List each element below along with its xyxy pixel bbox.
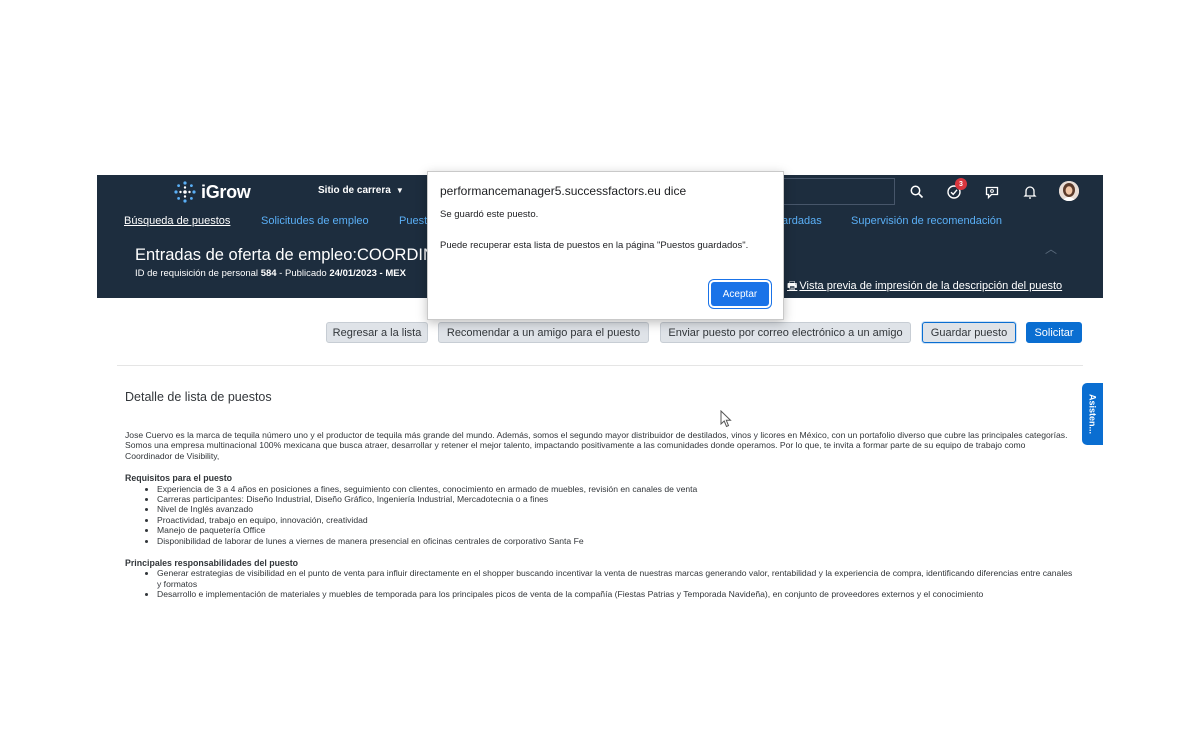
req-id: 584 — [260, 268, 277, 279]
list-item: Desarrollo e implementación de materiale… — [157, 589, 1075, 599]
printer-icon: 🖶 — [787, 280, 798, 292]
requisition-info: ID de requisición de personal 584 - Publ… — [135, 268, 406, 279]
user-avatar[interactable] — [1059, 181, 1079, 201]
caret-down-icon: ▼ — [395, 186, 404, 195]
brand-logo[interactable]: iGrow — [173, 179, 251, 205]
apply-button[interactable]: Solicitar — [1026, 322, 1082, 343]
mouse-cursor-icon — [720, 410, 732, 428]
page-title: Entradas de oferta de empleo:COORDINA — [135, 246, 446, 264]
list-item: Manejo de paquetería Office — [157, 525, 1075, 535]
req-mid: - Publicado — [276, 268, 330, 279]
todo-badge: 3 — [955, 178, 967, 190]
career-site-menu[interactable]: Sitio de carrera ▼ — [318, 185, 404, 196]
nav-job-applications[interactable]: Solicitudes de empleo — [261, 215, 369, 227]
brand-name: iGrow — [201, 181, 251, 202]
save-job-button[interactable]: Guardar puesto — [922, 322, 1016, 343]
intro-paragraph-1: Jose Cuervo es la marca de tequila númer… — [125, 430, 1068, 440]
requirements-list: Experiencia de 3 a 4 años en posiciones … — [125, 484, 1075, 546]
divider — [117, 365, 1083, 366]
recommend-friend-button[interactable]: Recomendar a un amigo para el puesto — [438, 322, 649, 343]
dialog-message-info: Puede recuperar esta lista de puestos en… — [440, 240, 749, 251]
igrow-logo-icon — [174, 181, 196, 203]
responsibilities-heading: Principales responsabilidades del puesto — [125, 558, 299, 569]
posted-date: 24/01/2023 — [329, 268, 377, 279]
list-item: Disponibilidad de laborar de lunes a vie… — [157, 536, 1075, 546]
todo-icon[interactable]: 3 — [945, 178, 967, 201]
list-item: Carreras participantes: Diseño Industria… — [157, 494, 1075, 504]
collapse-chevron-icon[interactable]: ︿ — [1045, 240, 1057, 257]
search-icon[interactable] — [908, 183, 926, 201]
accept-button[interactable]: Aceptar — [711, 282, 769, 306]
list-item: Generar estrategias de visibilidad en el… — [157, 568, 1075, 589]
list-item: Proactividad, trabajo en equipo, innovac… — [157, 515, 1075, 525]
job-description: Jose Cuervo es la marca de tequila númer… — [125, 430, 1075, 600]
req-prefix: ID de requisición de personal — [135, 268, 261, 279]
print-preview-label: Vista previa de impresión de la descripc… — [799, 280, 1063, 292]
notifications-bell-icon[interactable] — [1021, 183, 1039, 201]
user-photo-icon — [1059, 181, 1079, 201]
assistant-side-tab[interactable]: Asisten... — [1082, 383, 1103, 445]
job-detail-heading: Detalle de lista de puestos — [125, 390, 272, 404]
search-input[interactable] — [777, 178, 895, 205]
nav-saved-jobs-partial[interactable]: Puest — [399, 215, 427, 227]
list-item: Experiencia de 3 a 4 años en posiciones … — [157, 484, 1075, 494]
req-suffix: - MEX — [376, 268, 406, 279]
requirements-heading: Requisitos para el puesto — [125, 473, 233, 484]
back-to-list-button[interactable]: Regresar a la lista — [326, 322, 428, 343]
feedback-icon[interactable] — [983, 183, 1001, 201]
nav-saved-partial[interactable]: ardadas — [782, 215, 822, 227]
intro-paragraph-2: Somos una empresa multinacional 100% mex… — [125, 440, 1026, 461]
dialog-title: performancemanager5.successfactors.eu di… — [440, 184, 687, 198]
career-site-label: Sitio de carrera — [318, 185, 391, 196]
browser-alert-dialog: performancemanager5.successfactors.eu di… — [427, 171, 784, 320]
list-item: Nivel de Inglés avanzado — [157, 504, 1075, 514]
print-preview-link[interactable]: 🖶 Vista previa de impresión de la descrip… — [787, 277, 1062, 296]
responsibilities-list: Generar estrategias de visibilidad en el… — [125, 568, 1075, 599]
nav-referral-tracking[interactable]: Supervisión de recomendación — [851, 215, 1002, 227]
email-friend-button[interactable]: Enviar puesto por correo electrónico a u… — [660, 322, 911, 343]
dialog-message-saved: Se guardó este puesto. — [440, 209, 539, 220]
nav-job-search[interactable]: Búsqueda de puestos — [124, 215, 230, 227]
